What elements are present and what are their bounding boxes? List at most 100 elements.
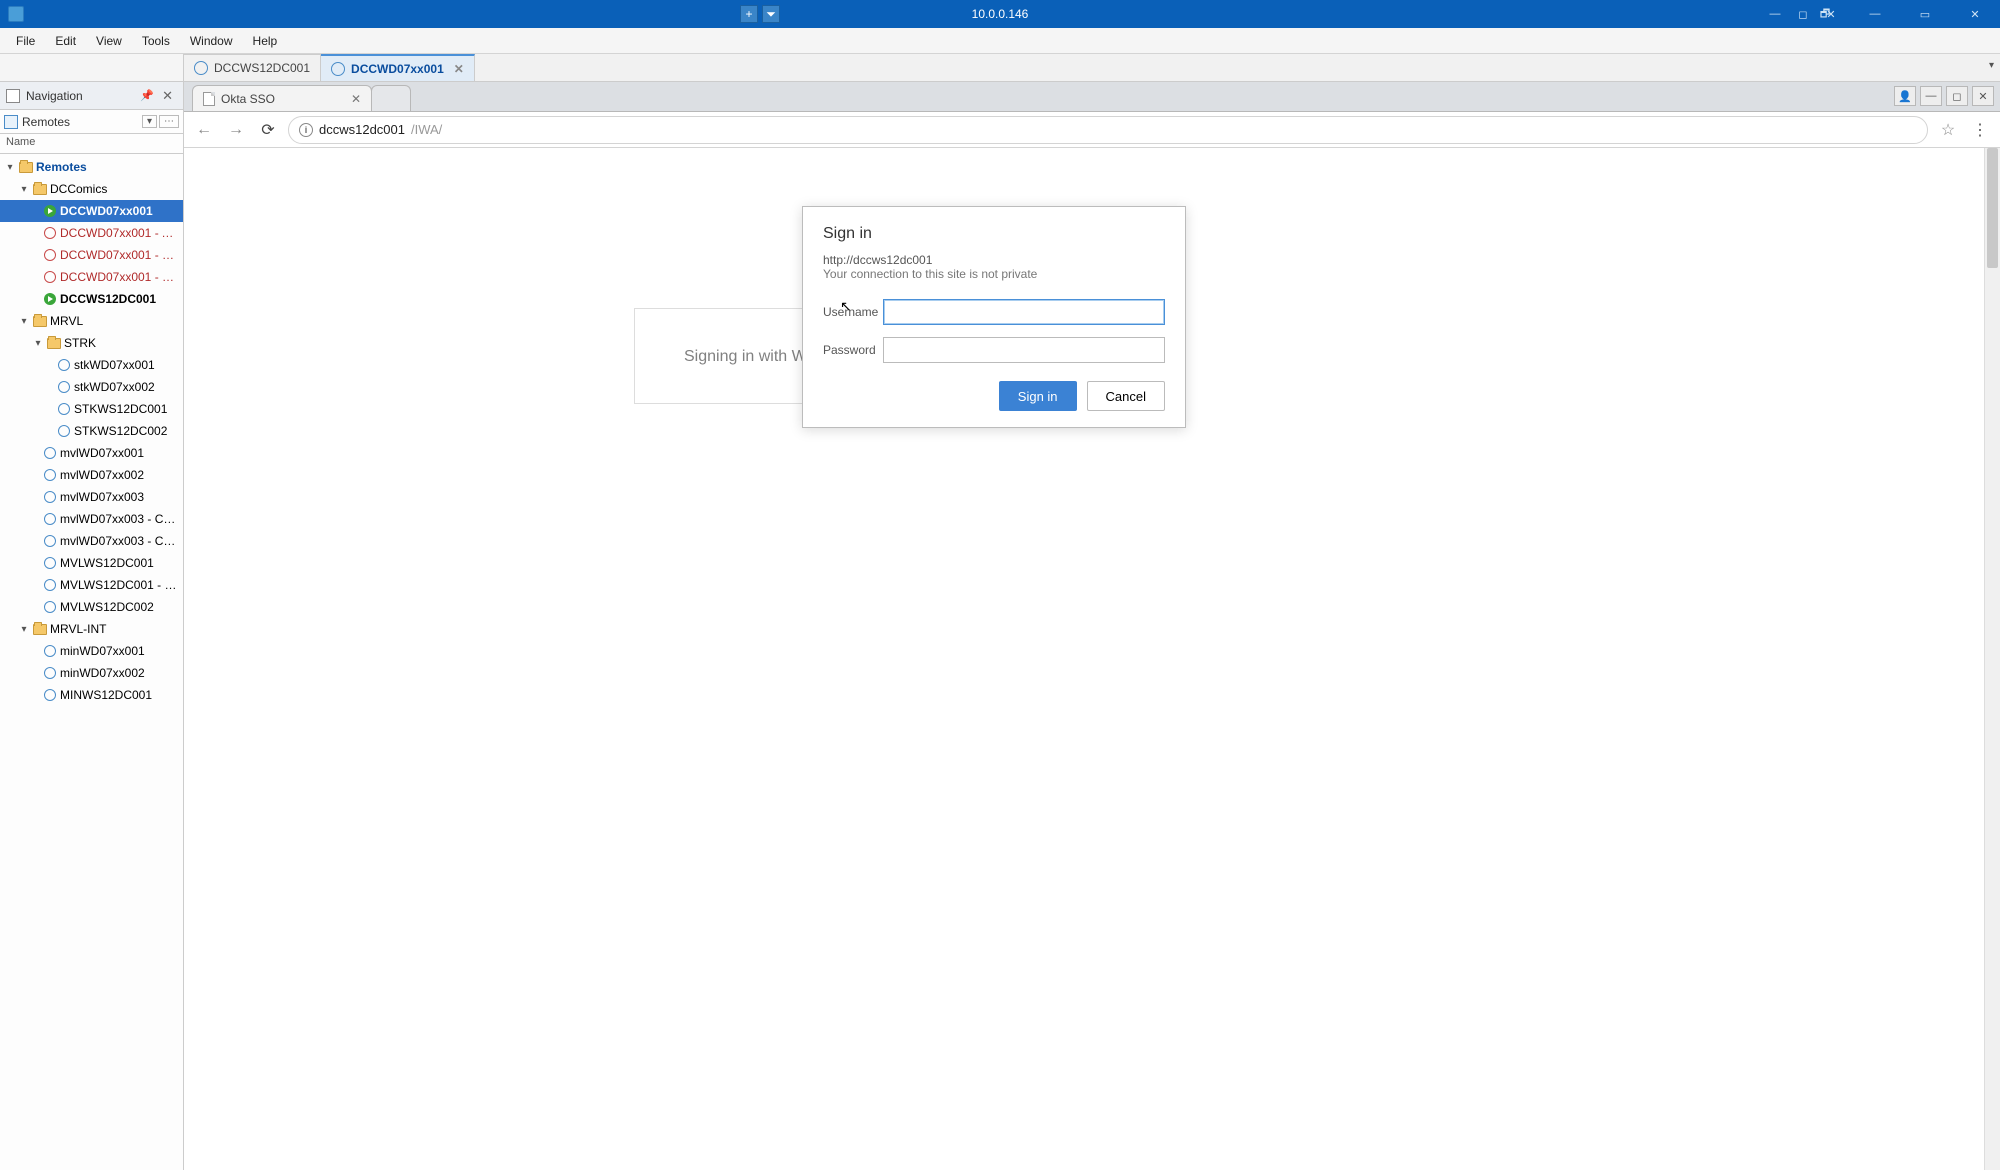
pin-icon[interactable]: 📌 <box>136 89 158 102</box>
browser-minimize-icon[interactable]: — <box>1920 86 1942 106</box>
remote-minimize-icon[interactable]: — <box>1766 8 1784 21</box>
tree-label: DCCWD07xx001 - Artem <box>60 226 179 240</box>
bookmark-icon[interactable]: ☆ <box>1936 120 1960 140</box>
browser-tab-label: Okta SSO <box>221 92 275 106</box>
tree-item[interactable]: stkWD07xx002 <box>0 376 183 398</box>
tree-label: Remotes <box>36 160 179 174</box>
app-tab-dccws12dc001[interactable]: DCCWS12DC001 <box>184 54 321 81</box>
tree-item[interactable]: MVLWS12DC002 <box>0 596 183 618</box>
tree-folder-strk[interactable]: ▾ STRK <box>0 332 183 354</box>
reload-button[interactable]: ⟳ <box>256 118 280 142</box>
app-icon <box>8 6 24 22</box>
tree-item[interactable]: DCCWD07xx001 <box>0 200 183 222</box>
password-label: Password <box>823 343 883 357</box>
user-icon[interactable]: 👤 <box>1894 86 1916 106</box>
plus-icon[interactable]: + <box>740 5 758 23</box>
tree-item[interactable]: STKWS12DC002 <box>0 420 183 442</box>
menu-help[interactable]: Help <box>243 30 288 52</box>
tree-folder-dccomics[interactable]: ▾ DCComics <box>0 178 183 200</box>
host-icon <box>44 491 56 503</box>
app-tab-label: DCCWS12DC001 <box>214 61 310 75</box>
menu-edit[interactable]: Edit <box>45 30 86 52</box>
tree-label: mvlWD07xx003 <box>60 490 179 504</box>
back-button[interactable]: ← <box>192 118 216 142</box>
tree-folder-mrvl[interactable]: ▾ MRVL <box>0 310 183 332</box>
browser-menu-icon[interactable]: ⋮ <box>1968 120 1992 140</box>
panel-icon <box>6 89 20 103</box>
host-icon <box>44 447 56 459</box>
site-info-icon[interactable]: i <box>299 123 313 137</box>
forward-button[interactable]: → <box>224 118 248 142</box>
minimize-icon[interactable]: — <box>1850 0 1900 28</box>
tree-label: minWD07xx002 <box>60 666 179 680</box>
collapse-icon[interactable]: ▾ <box>18 184 30 195</box>
host-icon <box>58 359 70 371</box>
navigation-title: Navigation <box>26 89 83 103</box>
tree-item[interactable]: MINWS12DC001 <box>0 684 183 706</box>
collapse-icon[interactable]: ▾ <box>18 316 30 327</box>
menu-tools[interactable]: Tools <box>132 30 180 52</box>
tree-item[interactable]: DCCWD07xx001 - Simple… <box>0 266 183 288</box>
close-panel-icon[interactable]: ✕ <box>158 88 177 104</box>
collapse-icon[interactable]: ▾ <box>4 162 16 173</box>
restore-down-icon[interactable]: 🗗 <box>1800 0 1850 28</box>
disconnected-icon <box>44 249 56 261</box>
folder-icon <box>33 624 47 635</box>
collapse-icon[interactable]: ▾ <box>32 338 44 349</box>
tree-item[interactable]: DCCWD07xx001 - Badgu… <box>0 244 183 266</box>
url-path: /IWA/ <box>411 122 442 137</box>
close-tab-icon[interactable]: ✕ <box>454 62 464 76</box>
browser-tab-okta[interactable]: Okta SSO ✕ <box>192 85 372 111</box>
maximize-icon[interactable]: ▭ <box>1900 0 1950 28</box>
app-tab-dccwd07xx001[interactable]: DCCWD07xx001 ✕ <box>321 54 475 81</box>
host-icon <box>44 689 56 701</box>
tree-item[interactable]: minWD07xx002 <box>0 662 183 684</box>
close-icon[interactable]: ✕ <box>1950 0 2000 28</box>
collapse-icon[interactable]: ▾ <box>18 624 30 635</box>
tree-item[interactable]: minWD07xx001 <box>0 640 183 662</box>
remotes-tree: ▾ Remotes ▾ DCComics DCCWD07xx001 DCCWD0… <box>0 154 183 1170</box>
dialog-buttons: Sign in Cancel <box>823 381 1165 411</box>
username-label: Username <box>823 305 883 319</box>
username-input[interactable] <box>883 299 1165 325</box>
folder-icon <box>19 162 33 173</box>
menu-view[interactable]: View <box>86 30 132 52</box>
browser-restore-icon[interactable]: ◻ <box>1946 86 1968 106</box>
browser-new-tab[interactable] <box>371 85 411 111</box>
tree-item[interactable]: DCCWS12DC001 <box>0 288 183 310</box>
tree-item[interactable]: MVLWS12DC001 - long user <box>0 574 183 596</box>
more-icon[interactable]: ⋯ <box>159 115 179 128</box>
password-input[interactable] <box>883 337 1165 363</box>
menu-window[interactable]: Window <box>180 30 243 52</box>
tree-root[interactable]: ▾ Remotes <box>0 156 183 178</box>
tree-item[interactable]: mvlWD07xx003 <box>0 486 183 508</box>
scrollbar-thumb[interactable] <box>1987 148 1998 268</box>
tree-label: STKWS12DC001 <box>74 402 179 416</box>
tree-item[interactable]: MVLWS12DC001 <box>0 552 183 574</box>
window-titlebar: + ⏷ 10.0.0.146 — ◻ ✕ 🗗 — ▭ ✕ <box>0 0 2000 28</box>
menu-file[interactable]: File <box>6 30 45 52</box>
folder-icon <box>47 338 61 349</box>
tree-item[interactable]: mvlWD07xx003 - Copy <box>0 508 183 530</box>
tree-item[interactable]: mvlWD07xx001 <box>0 442 183 464</box>
url-input[interactable]: i dccws12dc001/IWA/ <box>288 116 1928 144</box>
tree-item[interactable]: mvlWD07xx002 <box>0 464 183 486</box>
tree-item[interactable]: DCCWD07xx001 - Artem <box>0 222 183 244</box>
cancel-button[interactable]: Cancel <box>1087 381 1165 411</box>
window-controls: 🗗 — ▭ ✕ <box>1800 0 2000 28</box>
tree-label: mvlWD07xx001 <box>60 446 179 460</box>
tree-label: MVLWS12DC001 - long user <box>60 578 179 592</box>
folder-icon <box>33 184 47 195</box>
tree-item[interactable]: STKWS12DC001 <box>0 398 183 420</box>
browser-close-icon[interactable]: ✕ <box>1972 86 1994 106</box>
dialog-warning: Your connection to this site is not priv… <box>823 267 1165 281</box>
tree-item[interactable]: stkWD07xx001 <box>0 354 183 376</box>
tab-overflow-icon[interactable]: ▾ <box>1989 60 1994 71</box>
tree-folder-mrvl-int[interactable]: ▾ MRVL-INT <box>0 618 183 640</box>
tree-item[interactable]: mvlWD07xx003 - Copy - … <box>0 530 183 552</box>
signin-button[interactable]: Sign in <box>999 381 1077 411</box>
close-tab-icon[interactable]: ✕ <box>351 92 361 106</box>
vertical-scrollbar[interactable] <box>1984 148 2000 1170</box>
chevron-down-icon[interactable]: ▾ <box>142 115 157 128</box>
remotes-selector[interactable]: Remotes ▾ ⋯ <box>0 110 183 134</box>
